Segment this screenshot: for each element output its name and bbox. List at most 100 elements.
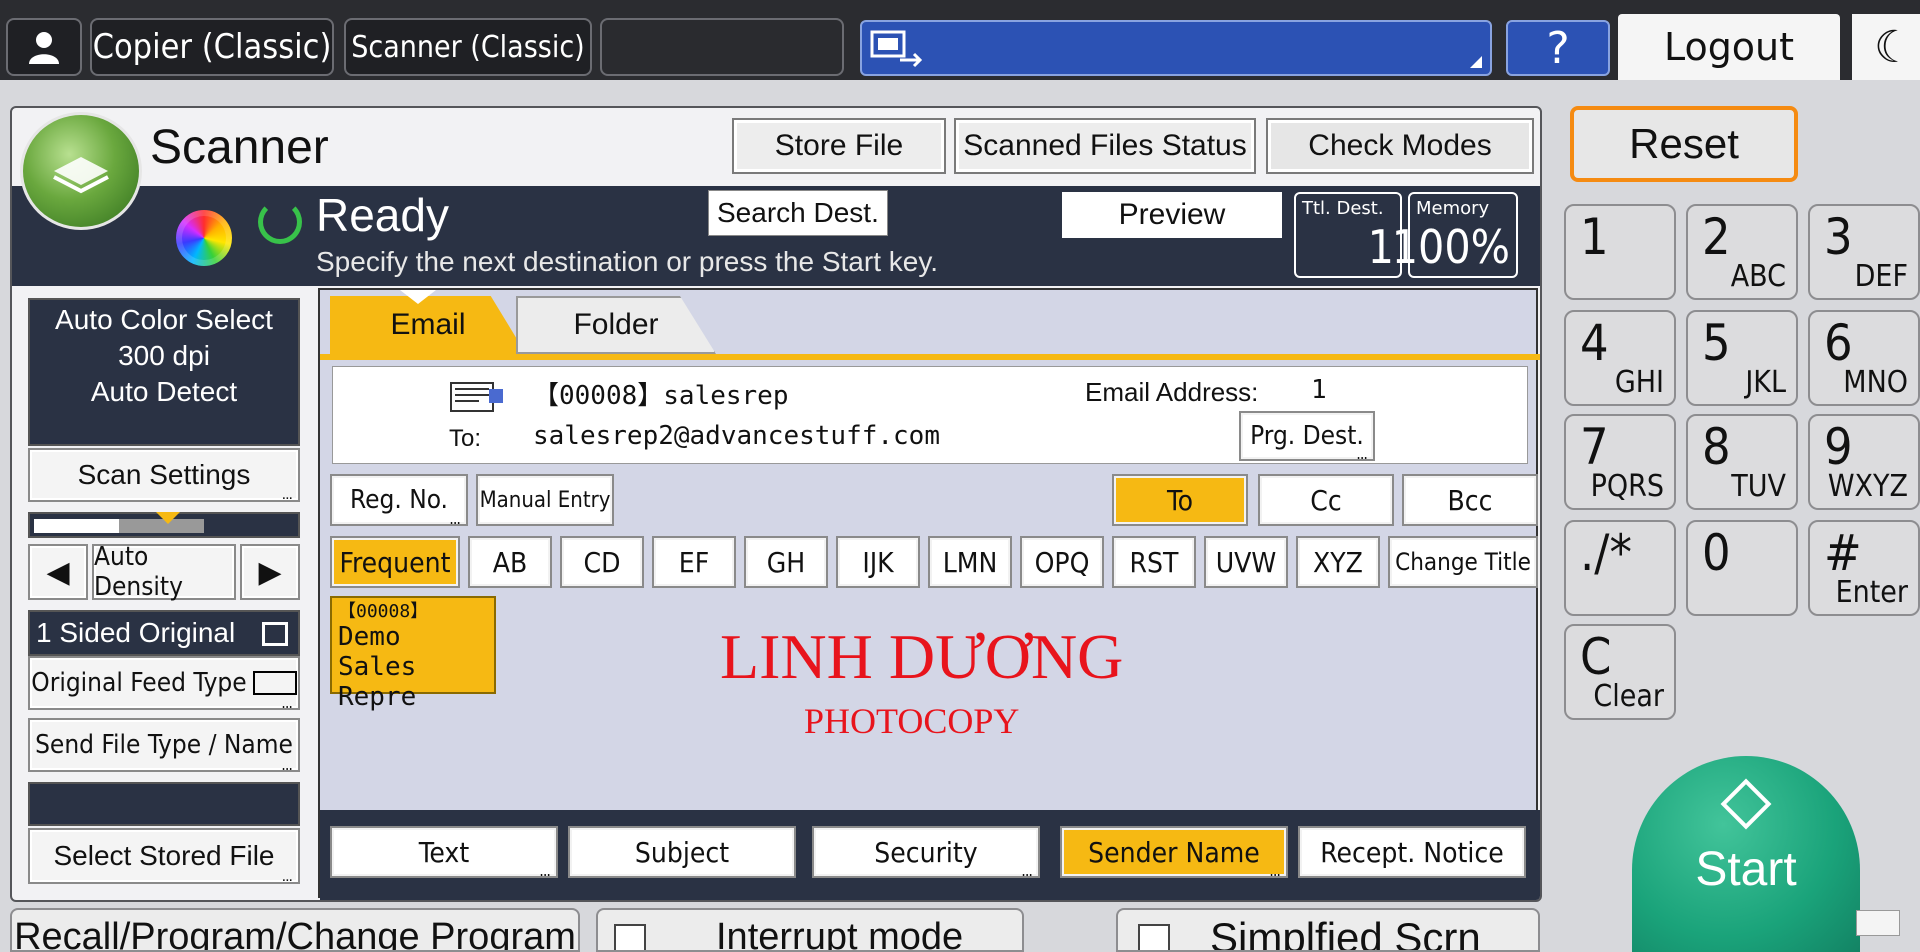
key-6[interactable]: 6 MNO — [1808, 310, 1920, 406]
key-1[interactable]: 1 — [1564, 204, 1676, 300]
scan-info-panel: Auto Color Select 300 dpi Auto Detect — [28, 298, 300, 446]
key-7-sub: PQRS — [1590, 469, 1664, 504]
key-5[interactable]: 5 JKL — [1686, 310, 1798, 406]
scanned-files-status-button[interactable]: Scanned Files Status — [954, 118, 1256, 174]
help-button[interactable]: ? — [1506, 20, 1610, 76]
copier-classic-button[interactable]: Copier (Classic) — [90, 18, 334, 76]
total-destinations-value: 1 — [1367, 220, 1394, 274]
resolution-text: 300 dpi — [118, 340, 210, 371]
key-star[interactable]: ./* — [1564, 520, 1676, 616]
simplified-checkbox — [1138, 924, 1170, 950]
reg-no-button[interactable]: Reg. No. — [330, 474, 468, 528]
key-4-sub: GHI — [1614, 365, 1664, 400]
interrupt-mode-button[interactable]: Interrupt mode — [596, 908, 1024, 952]
auto-density-button[interactable]: Auto Density — [92, 542, 236, 602]
simplified-screen-label: Simplfied Scrn — [1210, 914, 1481, 952]
color-mode-text: Auto Color Select — [55, 304, 273, 335]
tab-folder[interactable]: Folder — [516, 296, 716, 354]
filter-rst-button[interactable]: RST — [1112, 536, 1196, 588]
density-decrease-button[interactable]: ◀ — [28, 544, 88, 600]
store-file-button[interactable]: Store File — [732, 118, 946, 174]
page-title: Scanner — [150, 121, 329, 174]
key-8[interactable]: 8 TUV — [1686, 414, 1798, 510]
scanner-classic-button[interactable]: Scanner (Classic) — [344, 18, 592, 76]
energy-saver-button[interactable]: ☾ — [1852, 14, 1920, 80]
tab-email[interactable]: Email — [330, 296, 526, 354]
destination-card[interactable]: 【00008】 Demo Sales Repre — [330, 596, 496, 712]
start-button[interactable]: Start — [1632, 756, 1860, 952]
filter-ab-button[interactable]: AB — [468, 536, 552, 588]
send-file-type-button[interactable]: Send File Type / Name — [28, 718, 300, 774]
filter-ijk-button[interactable]: IJK — [836, 536, 920, 588]
density-increase-button[interactable]: ▶ — [240, 544, 300, 600]
key-7[interactable]: 7 PQRS — [1564, 414, 1676, 510]
reset-button[interactable]: Reset — [1570, 106, 1798, 182]
filter-ef-button[interactable]: EF — [652, 536, 736, 588]
logout-button[interactable]: Logout — [1618, 14, 1840, 80]
subject-button[interactable]: Subject — [568, 826, 796, 878]
channel-logo — [1856, 910, 1900, 936]
tab-underline — [320, 354, 1540, 360]
destination-card-name-2: Repre — [338, 682, 417, 712]
sender-name-button[interactable]: Sender Name — [1060, 826, 1288, 880]
search-dest-button[interactable]: Search Dest. — [708, 190, 888, 236]
options-strip: Text Subject Security Sender Name Recept… — [320, 810, 1540, 900]
start-label: Start — [1695, 843, 1797, 896]
key-clear-num: C — [1580, 628, 1612, 686]
manual-entry-button[interactable]: Manual Entry — [476, 474, 614, 526]
key-3[interactable]: 3 DEF — [1808, 204, 1920, 300]
feed-orientation-icon — [252, 671, 297, 695]
filter-gh-button[interactable]: GH — [744, 536, 828, 588]
memory-label: Memory — [1416, 198, 1490, 219]
key-0[interactable]: 0 — [1686, 520, 1798, 616]
key-enter-sub: Enter — [1835, 575, 1908, 610]
key-2[interactable]: 2 ABC — [1686, 204, 1798, 300]
scan-settings-button[interactable]: Scan Settings — [28, 448, 300, 504]
color-mode-icon — [170, 204, 238, 272]
key-enter-num: # — [1824, 524, 1862, 582]
expand-corner-icon — [1470, 56, 1482, 68]
email-address-label: Email Address: — [1085, 377, 1259, 407]
ready-status-text: Ready — [316, 189, 449, 241]
select-stored-file-button[interactable]: Select Stored File — [28, 828, 300, 886]
to-button[interactable]: To — [1112, 474, 1248, 526]
prg-dest-button[interactable]: Prg. Dest. — [1239, 411, 1375, 463]
scanner-icon — [53, 157, 109, 194]
key-star-num: ./* — [1580, 524, 1632, 582]
frequent-button[interactable]: Frequent — [330, 536, 460, 588]
cc-button[interactable]: Cc — [1258, 474, 1394, 526]
key-6-num: 6 — [1824, 314, 1853, 372]
density-marker — [156, 512, 180, 524]
tab-selected-marker — [400, 290, 436, 304]
security-button[interactable]: Security — [812, 826, 1040, 880]
change-title-button[interactable]: Change Title — [1388, 536, 1538, 588]
detect-text: Auto Detect — [90, 376, 238, 407]
preview-button[interactable]: Preview — [1062, 192, 1282, 238]
text-button[interactable]: Text — [330, 826, 558, 880]
check-modes-button[interactable]: Check Modes — [1266, 118, 1534, 174]
status-bar: Ready Specify the next destination or pr… — [12, 186, 1540, 286]
key-3-num: 3 — [1824, 208, 1853, 266]
empty-app-slot — [600, 18, 844, 76]
destination-area: Email Folder 【00008】salesrep Email Addre… — [318, 288, 1540, 900]
filter-uvw-button[interactable]: UVW — [1204, 536, 1288, 588]
filter-cd-button[interactable]: CD — [560, 536, 644, 588]
key-clear[interactable]: C Clear — [1564, 624, 1676, 720]
filter-xyz-button[interactable]: XYZ — [1296, 536, 1380, 588]
key-enter[interactable]: # Enter — [1808, 520, 1920, 616]
recall-program-button[interactable]: Recall/Program/Change Program — [10, 908, 580, 952]
filter-opq-button[interactable]: OPQ — [1020, 536, 1104, 588]
bcc-button[interactable]: Bcc — [1402, 474, 1538, 526]
key-9[interactable]: 9 WXYZ — [1808, 414, 1920, 510]
recept-notice-button[interactable]: Recept. Notice — [1298, 826, 1526, 878]
user-button[interactable] — [6, 18, 82, 76]
original-feed-type-button[interactable]: Original Feed Type — [28, 656, 300, 712]
interrupt-checkbox — [614, 924, 646, 950]
destination-card-id: 【00008】 — [338, 601, 429, 622]
key-4[interactable]: 4 GHI — [1564, 310, 1676, 406]
total-destinations-label: Ttl. Dest. — [1302, 198, 1384, 219]
key-2-num: 2 — [1702, 208, 1731, 266]
filter-lmn-button[interactable]: LMN — [928, 536, 1012, 588]
system-status-bar[interactable] — [860, 20, 1492, 76]
simplified-screen-button[interactable]: Simplfied Scrn — [1116, 908, 1540, 952]
